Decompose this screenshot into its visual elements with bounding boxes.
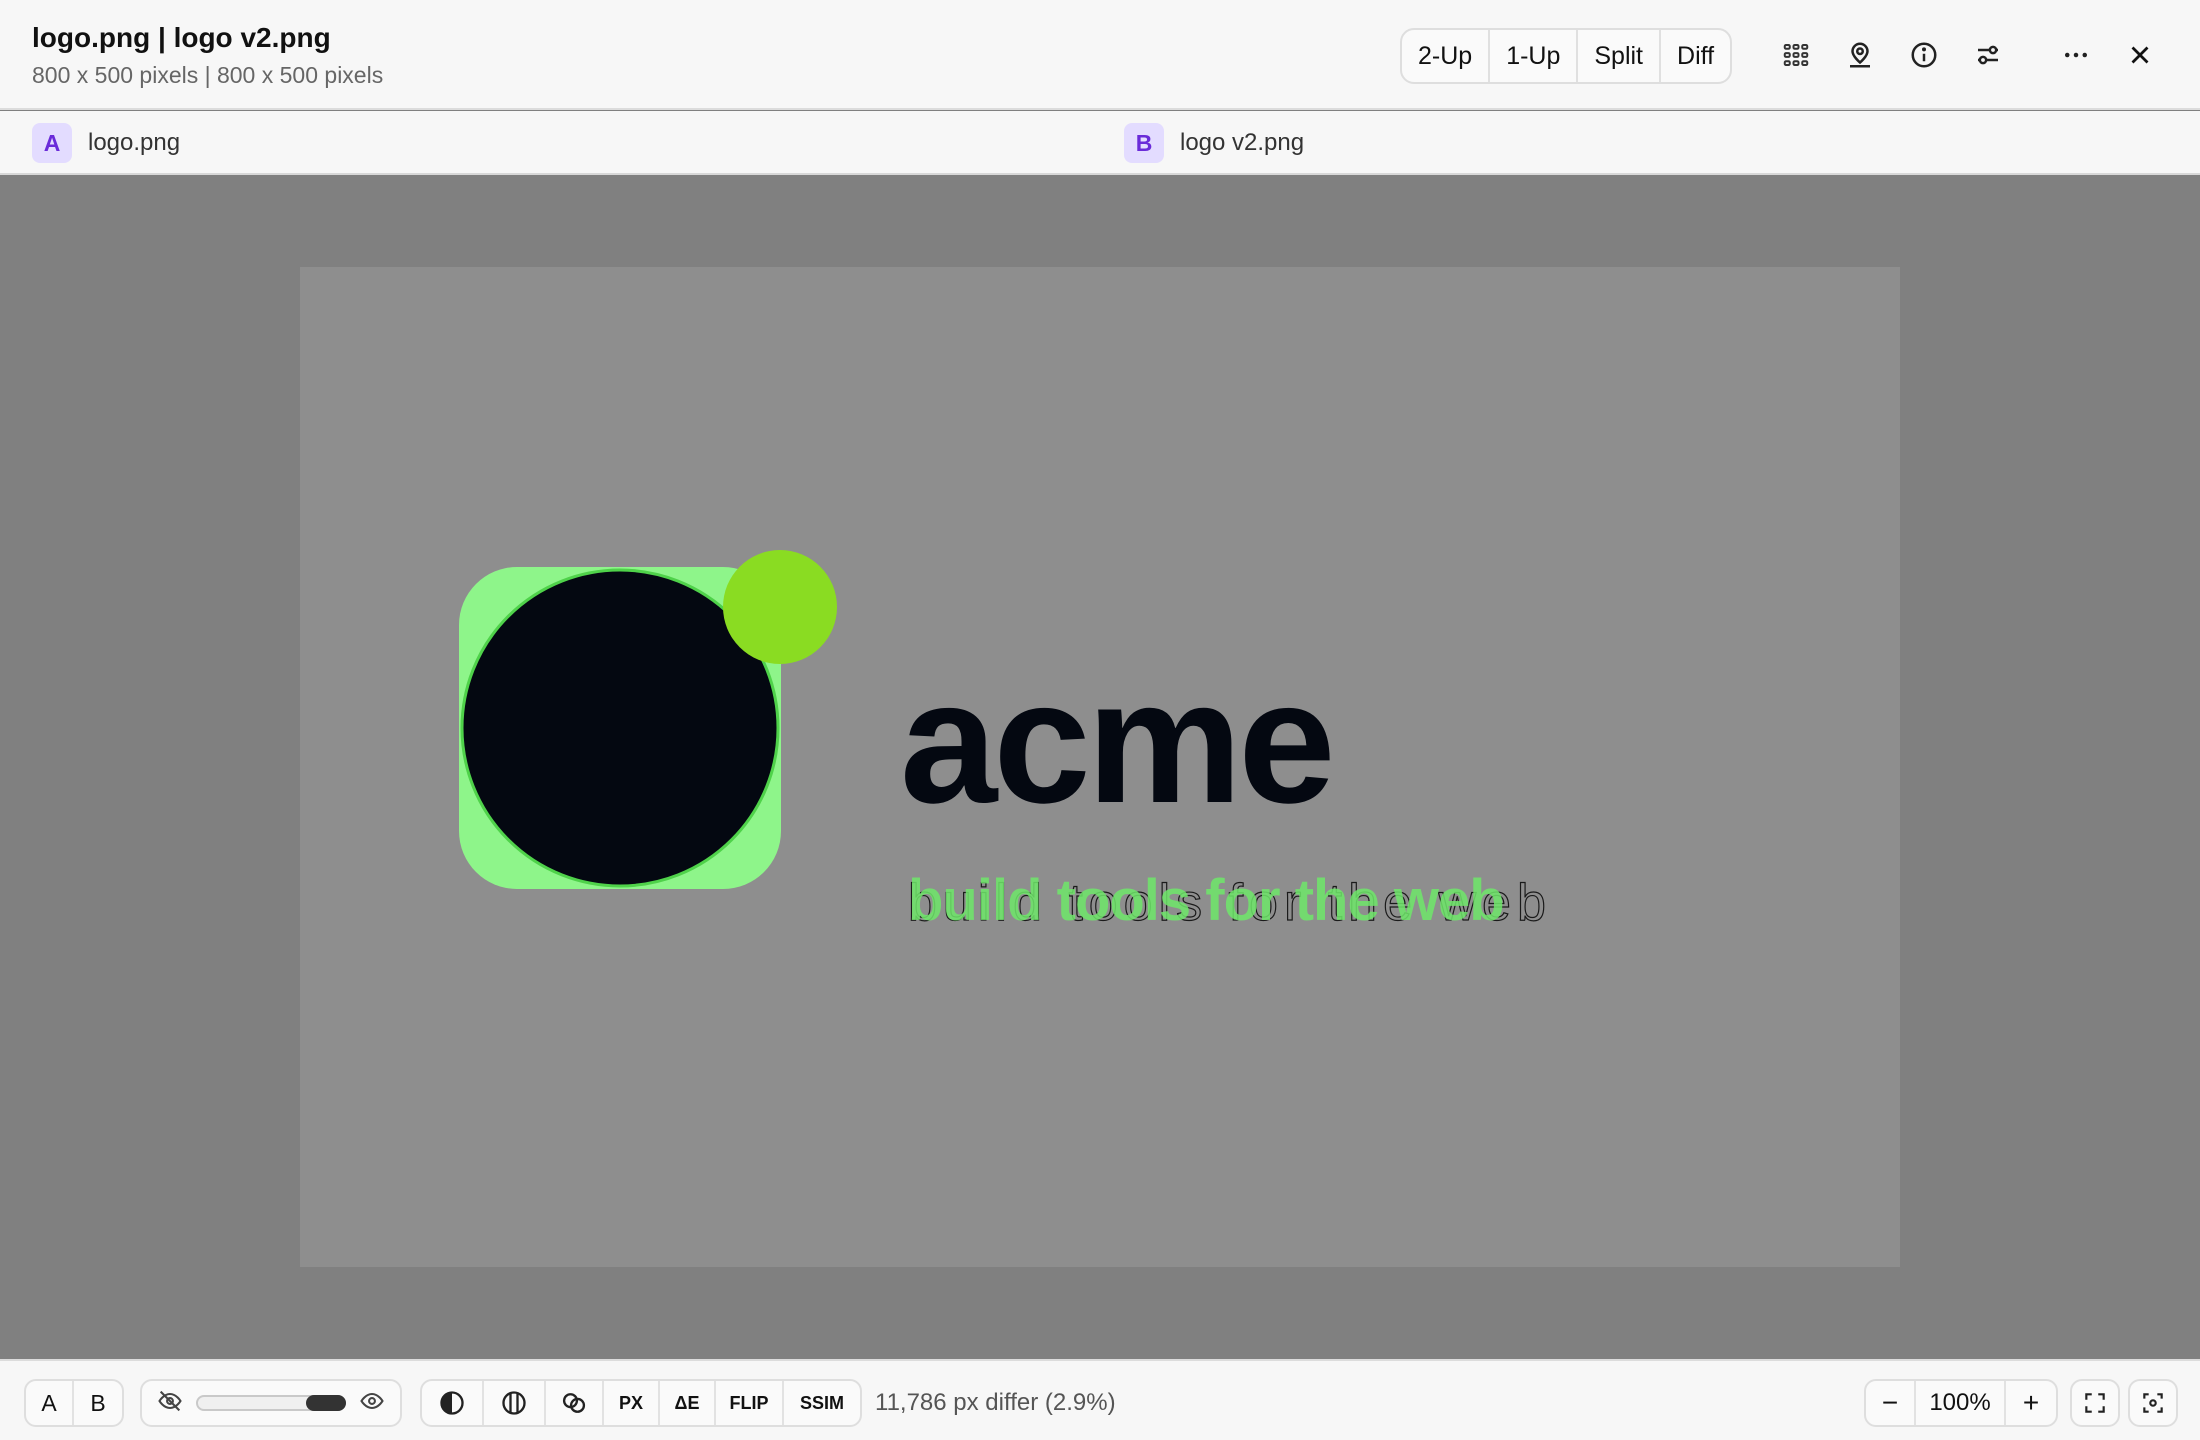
diff-image[interactable]: acme build tools for the web build tools… <box>300 267 1900 1267</box>
mode-2up-button[interactable]: 2-Up <box>1402 30 1491 82</box>
logo-accent-dot <box>723 550 837 664</box>
metric-ssim-button[interactable]: SSIM <box>784 1381 860 1425</box>
title-bar: logo.png | logo v2.png 800 x 500 pixels … <box>0 0 2200 110</box>
location-pin-icon[interactable] <box>1839 34 1881 76</box>
diff-metric-group: PX ΔE FLIP SSIM <box>420 1379 862 1427</box>
mode-diff-button[interactable]: Diff <box>1661 30 1730 82</box>
tab-image-a[interactable]: A logo.png <box>32 123 180 163</box>
zoom-level[interactable]: 100% <box>1916 1381 2006 1425</box>
image-b-badge: B <box>1124 123 1164 163</box>
image-dimensions: 800 x 500 pixels | 800 x 500 pixels <box>32 62 384 88</box>
diff-status: 11,786 px differ (2.9%) <box>875 1389 1116 1416</box>
close-icon[interactable] <box>2119 34 2161 76</box>
eye-icon[interactable] <box>358 1387 386 1420</box>
overlap-icon[interactable] <box>546 1381 604 1425</box>
fit-to-screen-icon[interactable] <box>2128 1379 2178 1427</box>
toggle-b-button[interactable]: B <box>74 1381 122 1425</box>
view-mode-group: 2-Up 1-Up Split Diff <box>1400 28 1733 84</box>
info-icon[interactable] <box>1903 34 1945 76</box>
zoom-control: − 100% + <box>1864 1379 2058 1427</box>
sliders-icon[interactable] <box>1967 34 2009 76</box>
mode-1up-button[interactable]: 1-Up <box>1490 30 1579 82</box>
more-icon[interactable] <box>2055 34 2097 76</box>
fullscreen-icon[interactable] <box>2070 1379 2120 1427</box>
window-title: logo.png | logo v2.png <box>32 22 331 53</box>
tab-image-b[interactable]: B logo v2.png <box>1124 123 1304 163</box>
metric-px-button[interactable]: PX <box>604 1381 660 1425</box>
diff-canvas[interactable]: acme build tools for the web build tools… <box>0 177 2200 1359</box>
tagline-image-b-diff: build tools for the web <box>908 868 1504 933</box>
bottom-toolbar: A B PX ΔE FLIP SSIM 11,786 px differ (2.… <box>0 1359 2200 1440</box>
image-a-badge: A <box>32 123 72 163</box>
stripes-icon[interactable] <box>484 1381 546 1425</box>
ab-toggle-group: A B <box>24 1379 124 1427</box>
eye-off-icon[interactable] <box>156 1387 184 1420</box>
mode-split-button[interactable]: Split <box>1578 30 1662 82</box>
zoom-out-button[interactable]: − <box>1866 1381 1916 1425</box>
metric-flip-button[interactable]: FLIP <box>716 1381 784 1425</box>
opacity-slider-fill[interactable] <box>306 1395 346 1411</box>
opacity-slider[interactable] <box>196 1395 346 1411</box>
logo-wordmark: acme <box>900 645 1332 840</box>
image-tabs: A logo.png B logo v2.png <box>0 111 2200 175</box>
image-b-filename: logo v2.png <box>1180 129 1305 156</box>
zoom-in-button[interactable]: + <box>2006 1381 2056 1425</box>
opacity-control <box>140 1379 402 1427</box>
image-a-filename: logo.png <box>88 129 181 156</box>
metric-delta-e-button[interactable]: ΔE <box>660 1381 716 1425</box>
toggle-a-button[interactable]: A <box>26 1381 74 1425</box>
contrast-icon[interactable] <box>422 1381 484 1425</box>
grid-icon[interactable] <box>1775 34 1817 76</box>
